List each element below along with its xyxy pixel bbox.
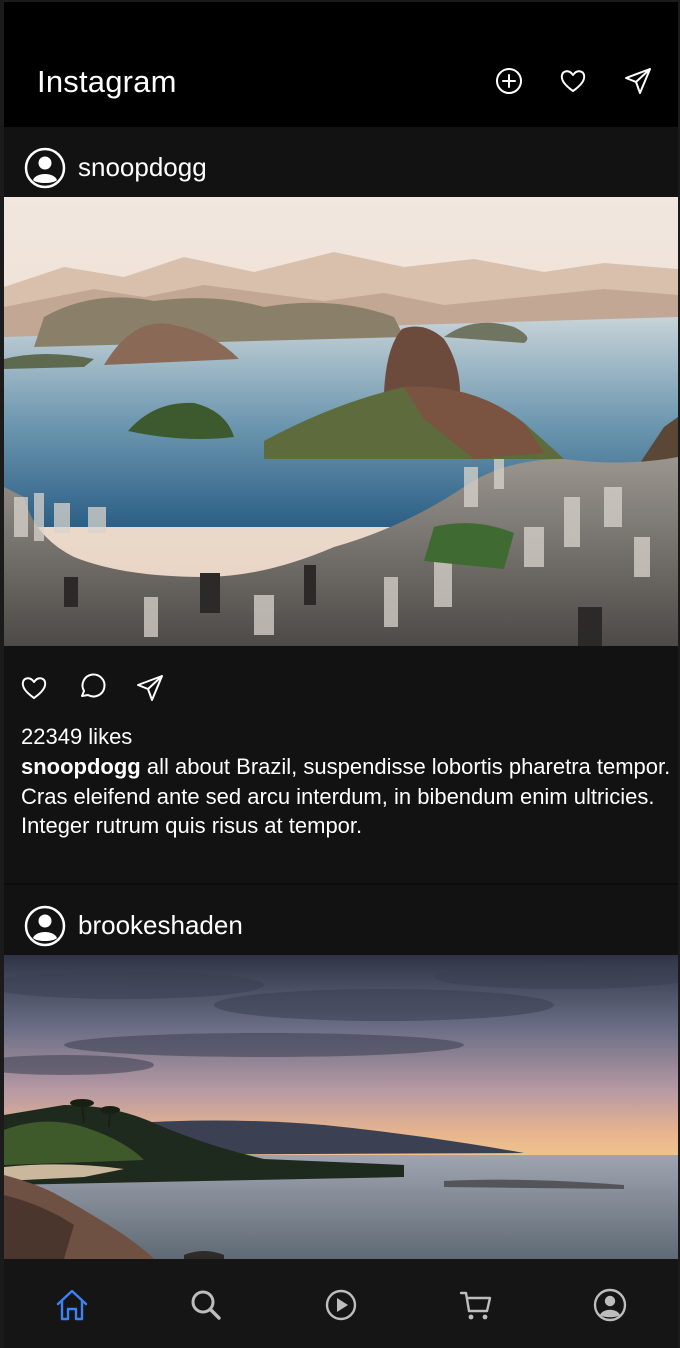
tab-reels[interactable] xyxy=(323,1287,359,1323)
add-post-button[interactable] xyxy=(493,65,525,97)
send-icon xyxy=(625,68,651,94)
top-header: Instagram xyxy=(4,2,678,127)
heart-icon xyxy=(21,677,47,699)
send-icon xyxy=(137,675,163,701)
app-frame: Instagram snoopdogg 22349 likes snoopdog… xyxy=(4,2,678,1348)
tab-shop[interactable] xyxy=(458,1287,494,1323)
post-username[interactable]: snoopdogg xyxy=(78,152,207,183)
activity-button[interactable] xyxy=(557,65,589,97)
profile-icon xyxy=(593,1288,627,1322)
heart-icon xyxy=(560,70,586,92)
bottom-tab-bar xyxy=(4,1259,678,1348)
post-username[interactable]: brookeshaden xyxy=(78,910,243,941)
app-title: Instagram xyxy=(37,64,177,99)
user-circle-icon xyxy=(24,147,66,189)
avatar[interactable] xyxy=(24,905,66,947)
caption-username[interactable]: snoopdogg xyxy=(21,754,141,779)
post-header: snoopdogg xyxy=(4,127,678,197)
search-icon xyxy=(191,1290,221,1320)
post-header: brookeshaden xyxy=(4,885,678,955)
avatar[interactable] xyxy=(24,147,66,189)
tab-home[interactable] xyxy=(54,1287,90,1323)
post-photo[interactable] xyxy=(4,955,678,1259)
like-count[interactable]: 22349 likes xyxy=(21,724,132,750)
home-icon xyxy=(56,1289,88,1321)
post-caption: snoopdogg all about Brazil, suspendisse … xyxy=(21,752,671,841)
post-actions xyxy=(4,660,678,730)
add-circle-icon xyxy=(496,68,522,94)
tab-profile[interactable] xyxy=(592,1287,628,1323)
like-button[interactable] xyxy=(18,672,50,704)
tab-search[interactable] xyxy=(188,1287,224,1323)
direct-message-button[interactable] xyxy=(622,65,654,97)
user-circle-icon xyxy=(24,905,66,947)
share-button[interactable] xyxy=(134,672,166,704)
play-icon xyxy=(325,1289,357,1321)
coastline-sunset-image xyxy=(4,955,678,1259)
comment-bubble-icon xyxy=(81,673,106,698)
post-photo[interactable] xyxy=(4,197,678,646)
rio-landscape-image xyxy=(4,197,678,646)
cart-icon xyxy=(459,1291,492,1320)
comment-button[interactable] xyxy=(76,672,108,704)
